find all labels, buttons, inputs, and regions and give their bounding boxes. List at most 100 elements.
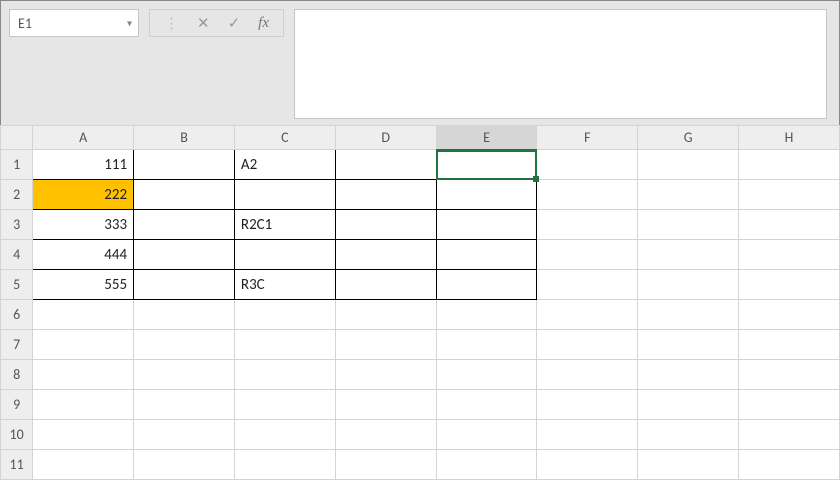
cell-d8[interactable] [335,360,436,390]
cell-g4[interactable] [638,240,739,270]
cell-c5[interactable]: R3C [234,270,335,300]
spreadsheet-grid[interactable]: ABCDEFGH 1111A222223333R2C144445555R3C67… [0,125,840,500]
cell-d6[interactable] [335,300,436,330]
cell-a10[interactable] [33,420,134,450]
cell-c6[interactable] [234,300,335,330]
cell-a1[interactable]: 111 [33,150,134,180]
cell-h7[interactable] [739,330,840,360]
cell-f11[interactable] [537,450,638,480]
cell-c7[interactable] [234,330,335,360]
row-header-3[interactable]: 3 [1,210,33,240]
cell-d11[interactable] [335,450,436,480]
cell-g3[interactable] [638,210,739,240]
cell-d7[interactable] [335,330,436,360]
row-header-8[interactable]: 8 [1,360,33,390]
cell-f1[interactable] [537,150,638,180]
row-header-9[interactable]: 9 [1,390,33,420]
cell-h6[interactable] [739,300,840,330]
cell-f4[interactable] [537,240,638,270]
cell-g6[interactable] [638,300,739,330]
cell-e7[interactable] [436,330,537,360]
column-header-d[interactable]: D [335,126,436,150]
column-header-g[interactable]: G [638,126,739,150]
column-header-a[interactable]: A [33,126,134,150]
cell-a2[interactable]: 222 [33,180,134,210]
cell-e1[interactable] [436,150,537,180]
cell-a9[interactable] [33,390,134,420]
cell-h4[interactable] [739,240,840,270]
cell-f3[interactable] [537,210,638,240]
cell-b9[interactable] [134,390,235,420]
row-header-4[interactable]: 4 [1,240,33,270]
cell-b4[interactable] [134,240,235,270]
cell-b6[interactable] [134,300,235,330]
cell-g9[interactable] [638,390,739,420]
cell-h5[interactable] [739,270,840,300]
cell-g7[interactable] [638,330,739,360]
name-box[interactable]: E1 ▾ [9,9,139,37]
cell-b10[interactable] [134,420,235,450]
cell-e5[interactable] [436,270,537,300]
cell-h10[interactable] [739,420,840,450]
cell-c1[interactable]: A2 [234,150,335,180]
cell-d4[interactable] [335,240,436,270]
cell-f9[interactable] [537,390,638,420]
cell-a5[interactable]: 555 [33,270,134,300]
chevron-down-icon[interactable]: ▾ [127,17,132,30]
cell-d10[interactable] [335,420,436,450]
cell-b11[interactable] [134,450,235,480]
column-header-b[interactable]: B [134,126,235,150]
cell-g11[interactable] [638,450,739,480]
row-header-10[interactable]: 10 [1,420,33,450]
row-header-11[interactable]: 11 [1,450,33,480]
cell-c8[interactable] [234,360,335,390]
cell-f6[interactable] [537,300,638,330]
cell-e9[interactable] [436,390,537,420]
cell-d3[interactable] [335,210,436,240]
cell-f10[interactable] [537,420,638,450]
cell-a8[interactable] [33,360,134,390]
formula-input[interactable] [294,9,827,119]
cell-b7[interactable] [134,330,235,360]
cell-a11[interactable] [33,450,134,480]
enter-icon[interactable]: ✓ [228,14,241,33]
grid-table[interactable]: ABCDEFGH 1111A222223333R2C144445555R3C67… [0,125,840,480]
cell-g8[interactable] [638,360,739,390]
row-header-7[interactable]: 7 [1,330,33,360]
cell-f7[interactable] [537,330,638,360]
cell-c3[interactable]: R2C1 [234,210,335,240]
cell-h11[interactable] [739,450,840,480]
cell-b5[interactable] [134,270,235,300]
cell-a6[interactable] [33,300,134,330]
cell-g2[interactable] [638,180,739,210]
cell-e4[interactable] [436,240,537,270]
cell-g5[interactable] [638,270,739,300]
cell-d2[interactable] [335,180,436,210]
cell-h8[interactable] [739,360,840,390]
cell-c4[interactable] [234,240,335,270]
cell-e8[interactable] [436,360,537,390]
column-header-f[interactable]: F [537,126,638,150]
cell-e2[interactable] [436,180,537,210]
cell-b8[interactable] [134,360,235,390]
cell-a3[interactable]: 333 [33,210,134,240]
cell-e10[interactable] [436,420,537,450]
cell-e6[interactable] [436,300,537,330]
cell-b1[interactable] [134,150,235,180]
row-header-5[interactable]: 5 [1,270,33,300]
cell-c11[interactable] [234,450,335,480]
cell-c10[interactable] [234,420,335,450]
cell-a7[interactable] [33,330,134,360]
cell-d9[interactable] [335,390,436,420]
cell-d1[interactable] [335,150,436,180]
cell-g1[interactable] [638,150,739,180]
column-header-e[interactable]: E [436,126,537,150]
row-header-2[interactable]: 2 [1,180,33,210]
cell-f2[interactable] [537,180,638,210]
column-header-h[interactable]: H [739,126,840,150]
cell-h2[interactable] [739,180,840,210]
cell-b3[interactable] [134,210,235,240]
cell-a4[interactable]: 444 [33,240,134,270]
cell-h3[interactable] [739,210,840,240]
row-header-1[interactable]: 1 [1,150,33,180]
